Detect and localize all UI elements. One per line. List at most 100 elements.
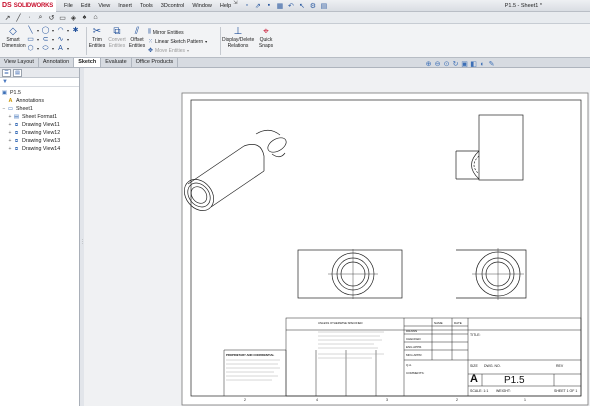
hat-icon[interactable]: ♠: [80, 13, 89, 22]
appearance-icon[interactable]: ✎: [487, 61, 496, 69]
zoom-icon[interactable]: ⌕: [36, 13, 45, 22]
chevron-down-icon[interactable]: ▾: [51, 27, 55, 35]
tree-item-drawing-view14[interactable]: + ⧈ Drawing View14: [1, 145, 79, 153]
logo-text: SOLIDWORKS: [13, 2, 54, 9]
menu-window[interactable]: Window: [188, 0, 216, 12]
polygon-icon[interactable]: ⬡: [26, 45, 35, 53]
menu-file[interactable]: File: [60, 0, 77, 12]
slot-icon[interactable]: ⊂: [41, 36, 50, 44]
solidworks-logo[interactable]: DS SOLIDWORKS: [0, 0, 56, 12]
zone-number: 1: [524, 398, 526, 402]
chevron-down-icon[interactable]: ▾: [51, 36, 55, 44]
graphics-area[interactable]: NAME DATE DRAWN CHECKED ENG APPR. MFG AP…: [84, 61, 590, 406]
point-icon[interactable]: ·: [25, 13, 34, 22]
text-icon[interactable]: A: [56, 45, 65, 53]
undo-small-icon[interactable]: ↺: [47, 13, 56, 22]
quick-snaps-icon: ⌖: [263, 26, 269, 37]
select-icon[interactable]: ↖: [297, 1, 306, 10]
ellipse-icon[interactable]: ⬭: [41, 45, 50, 53]
tree-item-sheet-format1[interactable]: + ▤ Sheet Format1: [1, 113, 79, 121]
tb-unless-noted: UNLESS OTHERWISE SPECIFIED:: [318, 321, 363, 325]
sheet-format-icon: ▤: [13, 114, 20, 120]
new-document-icon[interactable]: ▫: [242, 1, 251, 10]
chevron-down-icon[interactable]: ▾: [66, 27, 70, 35]
convert-entities-button[interactable]: ⧉ Convert Entities: [106, 26, 128, 49]
cube-icon[interactable]: ◈: [69, 13, 78, 22]
tree-item-drawing-view12[interactable]: + ⧈ Drawing View12: [1, 129, 79, 137]
arc-icon[interactable]: ◠: [56, 27, 65, 35]
smart-dimension-button[interactable]: ◇ Smart Dimension: [2, 26, 26, 49]
chevron-down-icon[interactable]: ▾: [36, 45, 40, 53]
display-style-icon[interactable]: ◧: [469, 61, 478, 69]
spline-icon[interactable]: ∿: [56, 36, 65, 44]
menu-insert[interactable]: Insert: [114, 0, 136, 12]
drawing-sheet[interactable]: NAME DATE DRAWN CHECKED ENG APPR. MFG AP…: [84, 68, 590, 406]
quick-snaps-button[interactable]: ⌖ Quick Snaps: [256, 26, 276, 49]
undo-icon[interactable]: ↶: [286, 1, 295, 10]
trim-entities-label: Trim Entities: [88, 37, 106, 49]
circle-icon[interactable]: ◯: [41, 27, 50, 35]
folder-icon[interactable]: ▭: [58, 13, 67, 22]
mirror-entities-button[interactable]: ⫼ Mirror Entities: [148, 29, 184, 36]
tree-item-sheet1[interactable]: − ▭ Sheet1: [1, 105, 79, 113]
feature-manager-tab-icon[interactable]: ☰: [2, 68, 11, 77]
tab-view-layout[interactable]: View Layout: [0, 58, 39, 67]
filter-icon[interactable]: ▼: [2, 79, 8, 85]
menu-edit[interactable]: Edit: [77, 0, 94, 12]
print-icon[interactable]: ▦: [275, 1, 284, 10]
open-icon[interactable]: ⇗: [253, 1, 262, 10]
move-entities-button[interactable]: ✥ Move Entities ▾: [148, 47, 189, 55]
tab-annotation[interactable]: Annotation: [39, 58, 75, 67]
chevron-down-icon[interactable]: ▾: [205, 39, 207, 44]
line-tool-icon[interactable]: ╱: [14, 13, 23, 22]
rotate-icon[interactable]: ↻: [451, 61, 460, 69]
tb-scale: SCALE: 1:1: [470, 389, 488, 393]
linear-sketch-pattern-button[interactable]: ⁙ Linear Sketch Pattern ▾: [148, 38, 207, 46]
chevron-down-icon[interactable]: ▾: [36, 36, 40, 44]
mirror-entities-label: Mirror Entities: [152, 29, 184, 36]
zoom-in-icon[interactable]: ⊙: [442, 61, 451, 69]
arrow-icon[interactable]: ↗: [3, 13, 12, 22]
chevron-down-icon[interactable]: ▾: [187, 48, 189, 53]
menu-view[interactable]: View: [94, 0, 114, 12]
rebuild-icon[interactable]: ⚙: [308, 1, 317, 10]
zoom-area-icon[interactable]: ⊖: [433, 61, 442, 69]
toolbar-separator: [220, 27, 221, 55]
display-delete-relations-button[interactable]: ⊥ Display/Delete Relations: [222, 26, 254, 49]
tree-item-annotations[interactable]: A Annotations: [1, 97, 79, 105]
tree-icon[interactable]: ⌂: [91, 13, 100, 22]
tab-office-products[interactable]: Office Products: [132, 58, 179, 67]
hide-show-icon[interactable]: ◐: [478, 61, 487, 69]
tree-filter[interactable]: ▼: [0, 78, 79, 87]
line-icon[interactable]: ╲: [26, 27, 35, 35]
menu-3dcontrol[interactable]: 3Dcontrol: [157, 0, 189, 12]
rectangle-icon[interactable]: ▭: [26, 36, 35, 44]
offset-entities-label: Offset Entities: [128, 37, 146, 49]
tree-item-drawing-view13[interactable]: + ⧈ Drawing View13: [1, 137, 79, 145]
chevron-down-icon[interactable]: ▾: [51, 45, 55, 53]
save-icon[interactable]: ▪: [264, 1, 273, 10]
display-delete-relations-label: Display/Delete Relations: [222, 37, 255, 49]
chevron-down-icon[interactable]: ▾: [66, 36, 70, 44]
tree-item-drawing-view11[interactable]: + ⧈ Drawing View11: [1, 121, 79, 129]
tb-mfg-appr: MFG APPR.: [406, 353, 423, 357]
property-manager-tab-icon[interactable]: ▤: [13, 68, 22, 77]
tab-evaluate[interactable]: Evaluate: [101, 58, 132, 67]
menu-tools[interactable]: Tools: [136, 0, 157, 12]
chevron-down-icon[interactable]: ▾: [66, 45, 70, 53]
options-icon[interactable]: ▤: [319, 1, 328, 10]
quick-snaps-label: Quick Snaps: [258, 37, 274, 49]
view-orientation-icon[interactable]: ▣: [460, 61, 469, 69]
menu-pin-icon[interactable]: ⇲: [233, 0, 237, 12]
zoom-to-fit-icon[interactable]: ⊕: [424, 61, 433, 69]
trim-entities-button[interactable]: ✂ Trim Entities: [88, 26, 106, 49]
menu-bar: File Edit View Insert Tools 3Dcontrol Wi…: [60, 0, 239, 12]
relations-icon: ⊥: [233, 26, 243, 37]
tree-root[interactable]: ▣ P1.5: [1, 89, 79, 97]
sketch-point-icon[interactable]: ✱: [71, 27, 80, 35]
chevron-down-icon[interactable]: ▾: [36, 27, 40, 35]
command-manager-tabs: View Layout Annotation Sketch Evaluate O…: [0, 58, 590, 68]
tab-sketch[interactable]: Sketch: [74, 58, 102, 67]
linear-pattern-icon: ⁙: [148, 39, 154, 45]
offset-entities-button[interactable]: ⫽ Offset Entities: [128, 26, 146, 49]
